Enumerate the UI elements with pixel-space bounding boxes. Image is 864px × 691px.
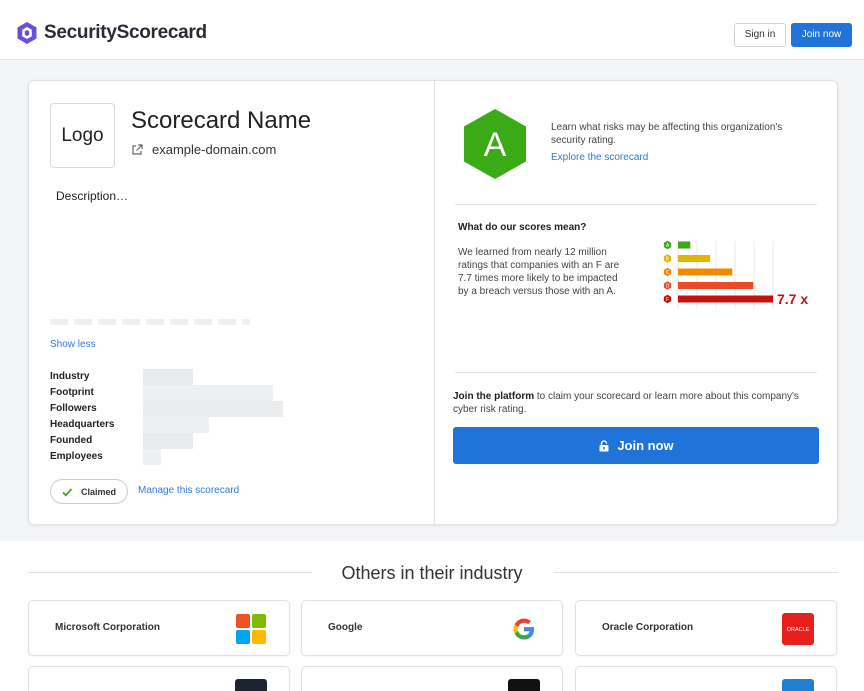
join-platform-text: Join the platform to claim your scorecar… — [453, 390, 823, 416]
join-now-label: Join now — [617, 438, 674, 453]
attr-footprint: Footprint — [50, 387, 94, 398]
brand[interactable]: SecurityScorecard — [14, 20, 207, 46]
sign-in-button[interactable]: Sign in — [734, 23, 786, 47]
top-header: SecurityScorecard Sign in Join now — [0, 0, 864, 60]
company-card-partial[interactable] — [28, 666, 290, 691]
brand-name: SecurityScorecard — [44, 22, 207, 43]
join-now-header-button[interactable]: Join now — [791, 23, 852, 47]
claimed-label: Claimed — [81, 486, 117, 497]
claimed-badge: Claimed — [50, 479, 128, 504]
company-card-partial[interactable] — [301, 666, 563, 691]
partial-logo-icon — [235, 679, 267, 691]
explore-scorecard-link[interactable]: Explore the scorecard — [551, 152, 648, 163]
google-logo-icon — [513, 618, 534, 640]
grade-f-letter: F — [666, 297, 669, 303]
attr-followers: Followers — [50, 403, 97, 414]
attribute-labels: Industry Footprint Followers Headquarter… — [50, 369, 114, 465]
blurred-value-founded — [143, 433, 193, 449]
company-name: Google — [328, 622, 363, 633]
partial-logo-icon — [782, 679, 814, 691]
grade-d-bar — [678, 282, 754, 289]
blurred-value-footprint — [143, 385, 273, 401]
unlock-icon — [599, 439, 609, 451]
grade-letter: A — [484, 126, 507, 164]
faded-description-line — [50, 319, 250, 325]
section-divider — [455, 204, 817, 205]
attr-employees: Employees — [50, 451, 103, 462]
check-icon — [62, 487, 73, 497]
blurred-value-industry — [143, 369, 193, 385]
rating-info: Learn what risks may be affecting this o… — [551, 122, 783, 146]
join-platform-bold: Join the platform — [453, 391, 535, 402]
company-logo: Logo — [50, 103, 115, 168]
oracle-logo-text: ORACLE — [787, 627, 810, 633]
grade-f-bar — [678, 295, 773, 303]
company-card-microsoft[interactable]: Microsoft Corporation — [28, 600, 290, 656]
oracle-logo-icon: ORACLE — [782, 613, 814, 645]
company-name: Oracle Corporation — [602, 622, 694, 633]
blurred-value-employees — [143, 449, 161, 465]
section-divider — [455, 372, 817, 373]
blurred-value-followers — [143, 401, 283, 417]
scores-title: What do our scores mean? — [458, 222, 587, 233]
company-card-oracle[interactable]: Oracle Corporation ORACLE — [575, 600, 837, 656]
grade-a-bar — [678, 241, 691, 249]
securityscorecard-logo-icon — [17, 22, 37, 44]
grade-c-bar — [678, 268, 733, 276]
scorecard-name: Scorecard Name — [131, 107, 312, 134]
breach-multiplier-label: 7.7 x — [777, 291, 808, 307]
card-divider — [434, 81, 435, 524]
breach-likelihood-chart: ABCDF 7.7 x — [663, 240, 808, 309]
grade-c-letter: C — [666, 270, 670, 276]
microsoft-logo-icon — [236, 614, 266, 644]
company-description: Description… — [56, 189, 129, 203]
title-rule-right — [554, 572, 838, 573]
attr-industry: Industry — [50, 371, 90, 382]
grade-hexagon: A — [464, 109, 526, 179]
scores-explanation: We learned from nearly 12 million rating… — [458, 247, 620, 297]
blurred-value-headquarters — [143, 417, 209, 433]
company-domain[interactable]: example-domain.com — [131, 142, 276, 157]
company-card-partial[interactable] — [575, 666, 837, 691]
external-link-icon — [132, 143, 143, 155]
grade-b-bar — [678, 255, 711, 262]
domain-text: example-domain.com — [152, 142, 277, 157]
partial-logo-icon — [508, 679, 540, 691]
scorecard-card: Logo Scorecard Name example-domain.com D… — [28, 80, 838, 525]
manage-scorecard-link[interactable]: Manage this scorecard — [138, 485, 239, 496]
grade-d-letter: D — [666, 284, 670, 290]
others-title: Others in their industry — [341, 563, 523, 583]
company-name: Microsoft Corporation — [55, 622, 160, 633]
company-card-google[interactable]: Google — [301, 600, 563, 656]
attr-founded: Founded — [50, 435, 93, 446]
show-less-link[interactable]: Show less — [50, 339, 96, 350]
join-now-button[interactable]: Join now — [453, 427, 819, 464]
attr-headquarters: Headquarters — [50, 419, 115, 430]
